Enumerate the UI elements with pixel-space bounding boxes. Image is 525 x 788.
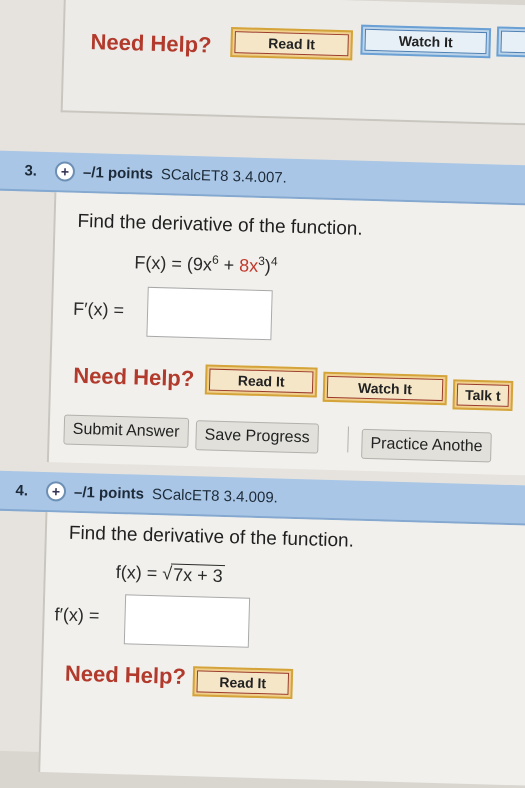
- talk-label: Talk t: [456, 383, 510, 407]
- expand-plus-icon[interactable]: +: [54, 161, 76, 182]
- square-root: √ 7x + 3: [162, 563, 225, 588]
- question-number: 3.: [24, 161, 38, 180]
- points-label: –/1 points: [82, 163, 154, 183]
- page: Need Help? Read It Watch It 3. + –/1 poi…: [0, 0, 525, 787]
- problem-code: SCalcET8 3.4.007.: [160, 165, 288, 187]
- question-3: 3. + –/1 points SCalcET8 3.4.007. Find t…: [0, 150, 525, 477]
- need-help-label: Need Help?: [90, 29, 212, 58]
- expand-plus-icon[interactable]: +: [45, 481, 67, 502]
- divider: [347, 426, 349, 453]
- read-it-label: Read It: [196, 670, 290, 695]
- question-3-body: Find the derivative of the function. F(x…: [46, 192, 525, 477]
- need-help-label: Need Help?: [64, 660, 187, 690]
- read-it-label: Read It: [208, 368, 314, 394]
- watch-it-label: Watch It: [326, 375, 444, 402]
- question-number: 4.: [15, 481, 29, 500]
- answer-input[interactable]: [123, 594, 251, 648]
- read-it-button[interactable]: Read It: [192, 666, 294, 699]
- answer-label: f′(x) =: [54, 604, 100, 626]
- points-label: –/1 points: [73, 483, 145, 503]
- talk-button-partial[interactable]: [496, 26, 525, 58]
- highlighted-term: 8x: [238, 255, 259, 276]
- answer-label: F′(x) =: [72, 298, 125, 321]
- practice-another-button[interactable]: Practice Anothe: [361, 428, 492, 463]
- answer-input[interactable]: [146, 286, 273, 341]
- need-help-label: Need Help?: [72, 362, 195, 392]
- read-it-button[interactable]: Read It: [230, 27, 354, 61]
- watch-it-label: Watch It: [364, 28, 488, 55]
- submit-answer-button[interactable]: Submit Answer: [63, 414, 189, 448]
- function-expression: F(x) = (9x6 + 8x3)4: [134, 252, 278, 277]
- save-progress-button[interactable]: Save Progress: [195, 420, 319, 454]
- question-4-body: Find the derivative of the function. f(x…: [38, 512, 525, 787]
- read-it-label: Read It: [234, 31, 349, 57]
- watch-it-button[interactable]: Watch It: [360, 24, 492, 59]
- read-it-button[interactable]: Read It: [204, 364, 318, 398]
- previous-question-card: Need Help? Read It Watch It: [60, 0, 525, 128]
- function-expression: f(x) = √ 7x + 3: [115, 562, 225, 588]
- watch-it-button[interactable]: Watch It: [322, 371, 448, 406]
- question-prompt: Find the derivative of the function.: [68, 522, 355, 552]
- talk-button[interactable]: Talk t: [452, 379, 514, 412]
- problem-code: SCalcET8 3.4.009.: [151, 485, 279, 507]
- question-prompt: Find the derivative of the function.: [77, 210, 363, 240]
